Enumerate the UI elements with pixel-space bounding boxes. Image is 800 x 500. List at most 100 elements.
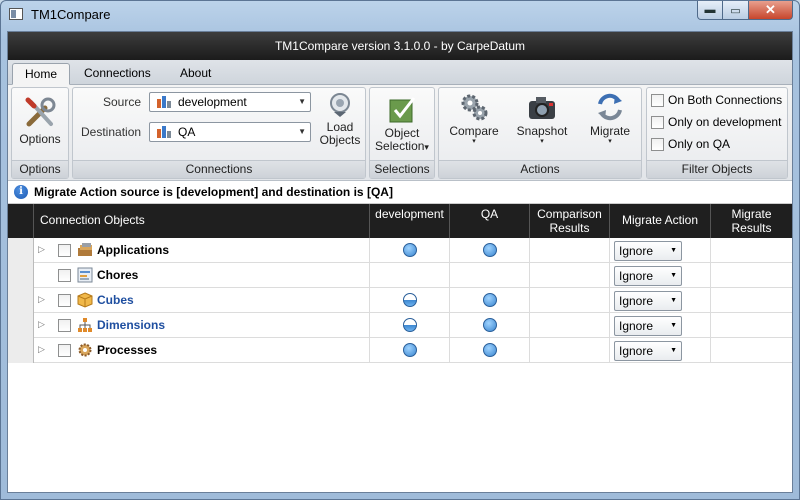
tab-about[interactable]: About [168,63,223,85]
minimize-button[interactable]: ▬ [697,1,723,20]
migrate-action-cell: Ignore ▼ [610,288,711,313]
column-header-results[interactable]: Migrate Results [711,204,792,238]
maximize-icon: ▭ [730,4,741,17]
expand-icon[interactable]: ▷ [38,344,45,355]
close-icon: ✕ [765,2,776,17]
table-row[interactable]: Chores Ignore ▼ [8,263,792,288]
row-header[interactable] [8,338,34,363]
column-header-results-line1: Migrate [731,207,772,221]
migrate-action-value: Ignore [619,319,654,333]
table-row[interactable]: ▷ Dimensions Ignore ▼ [8,313,792,338]
chevron-down-icon: ▾ [540,138,544,145]
objects-grid: Connection Objects development QA Compar… [8,204,792,363]
chevron-down-icon: ▾ [472,138,476,145]
filter-both-checkbox[interactable] [651,94,664,108]
destination-select-value: QA [178,125,196,139]
comparison-results-cell [530,263,610,288]
app-icon [9,8,23,20]
object-name: Cubes [97,293,134,307]
filter-only-development-label: Only on development [668,115,782,129]
selections-group: Object Selection▾ Selections [369,87,435,179]
destination-label: Destination [81,125,142,139]
dest-status-icon [483,293,497,307]
title-bar[interactable]: TM1Compare ▬ ▭ ✕ [1,1,799,29]
filter-only-qa-checkbox[interactable] [651,138,664,152]
table-row[interactable]: ▷ Processes Ignore ▼ [8,338,792,363]
object-selection-button[interactable]: Object Selection▾ [370,94,434,154]
filter-only-qa-option[interactable]: Only on QA [651,137,730,152]
close-button[interactable]: ✕ [749,1,793,20]
row-header[interactable] [8,263,34,288]
expand-icon[interactable]: ▷ [38,319,45,330]
row-header-corner [8,204,34,238]
dest-cell [450,288,530,313]
migrate-action-cell: Ignore ▼ [610,263,711,288]
load-objects-label-1: Load [326,120,354,134]
maximize-button[interactable]: ▭ [723,1,749,20]
migrate-action-select[interactable]: Ignore ▼ [614,291,682,311]
dest-cell [450,313,530,338]
source-cell [370,238,450,263]
expand-icon[interactable]: ▷ [38,294,45,305]
chevron-down-icon: ▼ [670,247,677,254]
row-checkbox[interactable] [58,319,71,332]
tab-connections[interactable]: Connections [72,63,163,85]
minimize-icon: ▬ [704,4,716,16]
connections-group: Source development ▼ Destination QA ▼ Lo… [72,87,366,179]
comparison-results-cell [530,288,610,313]
source-select-value: development [178,95,247,109]
object-cell: ▷ Dimensions [34,313,370,338]
row-checkbox[interactable] [58,244,71,257]
snapshot-button[interactable]: Snapshot ▾ [511,92,573,146]
source-label: Source [103,95,142,109]
table-row[interactable]: ▷ Applications Ignore ▼ [8,238,792,263]
filter-only-development-checkbox[interactable] [651,116,664,130]
load-objects-button[interactable]: Load Objects [317,92,363,147]
filter-objects-group: On Both Connections Only on development … [646,87,788,179]
filter-only-development-option[interactable]: Only on development [651,115,782,130]
object-name: Dimensions [97,318,166,332]
expand-icon[interactable]: ▷ [38,244,45,255]
destination-select[interactable]: QA ▼ [149,122,311,142]
options-button[interactable]: Options [12,96,68,146]
migrate-action-select[interactable]: Ignore ▼ [614,316,682,336]
row-header[interactable] [8,288,34,313]
migrate-action-select[interactable]: Ignore ▼ [614,341,682,361]
column-header-objects[interactable]: Connection Objects [34,204,370,238]
chevron-down-icon: ▾ [608,138,612,145]
row-header[interactable] [8,238,34,263]
dest-cell [450,338,530,363]
ribbon-tabs: Home Connections About [8,60,792,85]
dest-cell [450,238,530,263]
ribbon: Options Options Source development ▼ Des… [8,85,792,181]
chevron-down-icon: ▼ [298,127,306,136]
migrate-action-select[interactable]: Ignore ▼ [614,266,682,286]
row-header[interactable] [8,313,34,338]
column-header-comparison[interactable]: Comparison Results [530,204,610,238]
tools-icon [25,97,56,127]
migrate-button[interactable]: Migrate ▾ [579,92,641,146]
row-checkbox[interactable] [58,269,71,282]
row-checkbox[interactable] [58,344,71,357]
filter-both-option[interactable]: On Both Connections [651,93,782,108]
compare-button[interactable]: Compare ▾ [443,92,505,146]
chevron-down-icon: ▼ [670,347,677,354]
window-controls: ▬ ▭ ✕ [697,1,793,20]
migrate-action-select[interactable]: Ignore ▼ [614,241,682,261]
source-status-icon [403,343,417,357]
info-icon: i [14,185,28,199]
source-cell [370,288,450,313]
table-row[interactable]: ▷ Cubes Ignore ▼ [8,288,792,313]
column-header-source[interactable]: development [370,204,450,238]
row-checkbox[interactable] [58,294,71,307]
column-header-comparison-line1: Comparison [537,207,602,221]
source-select[interactable]: development ▼ [149,92,311,112]
column-header-dest[interactable]: QA [450,204,530,238]
tab-home[interactable]: Home [12,63,71,85]
chores-icon [77,267,93,286]
migrate-action-value: Ignore [619,244,654,258]
migrate-results-cell [711,338,792,363]
dimensions-icon [77,317,93,336]
column-header-action[interactable]: Migrate Action [610,204,711,238]
source-status-icon [403,293,417,307]
